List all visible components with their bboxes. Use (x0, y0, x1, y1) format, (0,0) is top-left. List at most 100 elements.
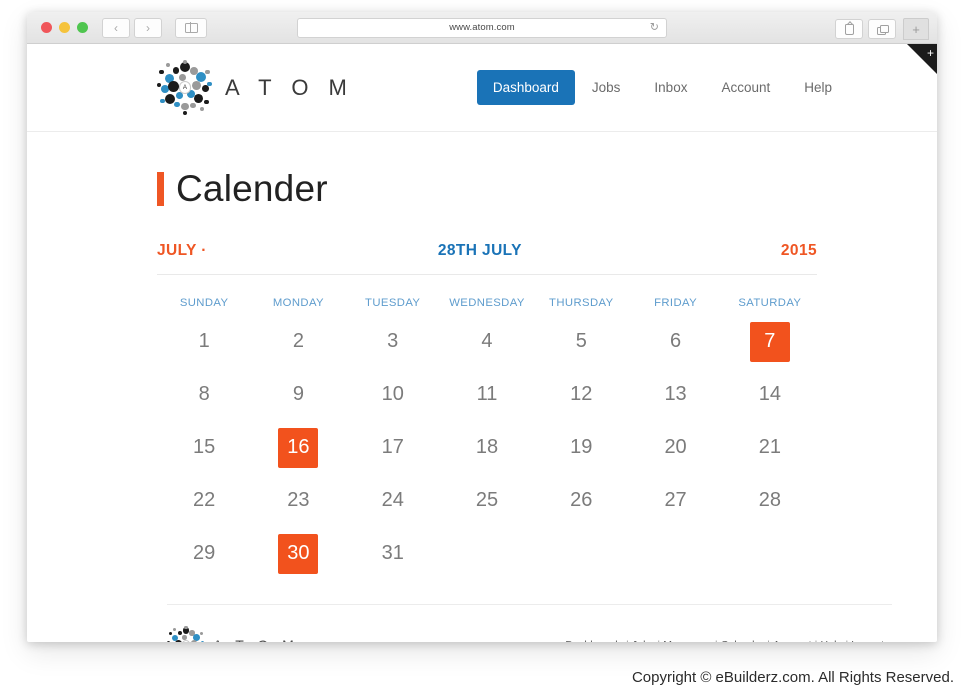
calendar-day-cell[interactable]: 10 (346, 368, 440, 421)
calendar-day-cell[interactable]: 7 (723, 315, 817, 368)
close-window-button[interactable] (41, 22, 52, 33)
calendar-day-cell[interactable]: 25 (440, 474, 534, 527)
logo-center-letter: A (178, 81, 192, 94)
calendar-day-cell[interactable]: 27 (628, 474, 722, 527)
sidebar-toggle-button[interactable] (175, 17, 207, 38)
site-logo[interactable]: A A T O M (157, 59, 354, 116)
calendar-day-cell[interactable]: 13 (628, 368, 722, 421)
browser-right-controls: + (835, 18, 929, 40)
calendar-day-number: 2 (292, 330, 304, 352)
logo-dot (167, 641, 171, 642)
calendar-day-cell[interactable]: 23 (251, 474, 345, 527)
footer-logo[interactable]: A A T O M (167, 625, 299, 642)
logo-dot (159, 69, 164, 75)
calendar-day-cell[interactable]: 5 (534, 315, 628, 368)
calendar-day-cell[interactable]: 19 (534, 421, 628, 474)
logo-dot (207, 81, 212, 87)
browser-window: ‹ › www.atom.com ↻ + + A A T O M Dashboa… (27, 12, 937, 642)
fold-plus-label[interactable]: + (927, 47, 934, 59)
calendar-day-cell[interactable]: 18 (440, 421, 534, 474)
browser-nav-buttons: ‹ › (102, 17, 207, 38)
page-title: Calender (176, 168, 328, 209)
calendar-day-cell[interactable]: 1 (157, 315, 251, 368)
logo-dot (160, 98, 165, 104)
logo-dot (177, 630, 183, 636)
reload-icon[interactable]: ↻ (650, 22, 659, 33)
footer-link-jobs[interactable]: Jobs (632, 639, 655, 643)
calendar-day-cell[interactable]: 26 (534, 474, 628, 527)
window-controls (41, 22, 88, 33)
calendar-day-cell[interactable]: 31 (346, 527, 440, 580)
tabs-icon (877, 24, 889, 35)
footer-link-separator: | (842, 639, 851, 643)
calendar-day-cell[interactable]: 17 (346, 421, 440, 474)
calendar-day-cell[interactable]: 15 (157, 421, 251, 474)
calendar-day-cell[interactable]: 3 (346, 315, 440, 368)
footer-link-logout[interactable]: Logout (851, 639, 884, 643)
forward-button[interactable]: › (134, 17, 162, 38)
calendar-day-empty (723, 527, 817, 580)
calendar-day-number-highlighted: 16 (278, 427, 319, 468)
footer-link-calender[interactable]: Calender (721, 639, 764, 643)
logo-dot (193, 94, 203, 104)
calendar-day-cell[interactable]: 11 (440, 368, 534, 421)
back-button[interactable]: ‹ (102, 17, 130, 38)
calendar-day-cell[interactable]: 9 (251, 368, 345, 421)
calendar-week-row: 22 23 24 25 26 27 28 (157, 474, 817, 527)
browser-titlebar: ‹ › www.atom.com ↻ + (27, 12, 937, 44)
calendar-day-cell[interactable]: 28 (723, 474, 817, 527)
site-footer: A A T O M Dashboards|Jobs|Messages|Calen… (167, 604, 892, 642)
chevron-right-icon: › (146, 20, 150, 35)
calendar-week-row: 15 16 17 18 19 20 21 (157, 421, 817, 474)
calendar-day-cell[interactable]: 20 (628, 421, 722, 474)
calendar-day-number: 31 (381, 542, 404, 564)
minimize-window-button[interactable] (59, 22, 70, 33)
calendar-day-cell[interactable]: 24 (346, 474, 440, 527)
calendar-day-cell[interactable]: 8 (157, 368, 251, 421)
maximize-window-button[interactable] (77, 22, 88, 33)
nav-item-account[interactable]: Account (704, 71, 787, 104)
calendar-day-cell[interactable]: 2 (251, 315, 345, 368)
footer-link-dashboards[interactable]: Dashboards (565, 639, 623, 643)
calendar-day-cell[interactable]: 30 (251, 527, 345, 580)
page-body: Calender JULY · 28TH JULY 2015 SUNDAY MO… (27, 132, 937, 642)
logo-dot (165, 62, 171, 68)
calendar-week-row: 1 2 3 4 5 6 7 (157, 315, 817, 368)
atom-logo-icon-footer: A (167, 625, 205, 642)
share-button[interactable] (835, 19, 863, 39)
logo-dot (190, 639, 197, 642)
day-header-tuesday: TUESDAY (365, 297, 421, 309)
calendar-day-number (467, 534, 507, 574)
logo-dot (205, 69, 210, 75)
footer-link-separator: | (654, 639, 663, 643)
month-label[interactable]: JULY · (157, 242, 207, 260)
footer-link-help[interactable]: Help (820, 639, 842, 643)
calendar-day-cell[interactable]: 12 (534, 368, 628, 421)
calendar-day-cell[interactable]: 22 (157, 474, 251, 527)
nav-item-dashboard[interactable]: Dashboard (476, 70, 575, 105)
new-tab-button[interactable]: + (903, 18, 929, 40)
calendar-day-number: 27 (664, 489, 687, 511)
address-bar[interactable]: www.atom.com ↻ (297, 17, 667, 38)
calendar-day-cell[interactable]: 4 (440, 315, 534, 368)
nav-item-help[interactable]: Help (787, 71, 849, 104)
calendar-month-row: JULY · 28TH JULY 2015 (157, 220, 817, 275)
page-title-row: Calender (157, 132, 897, 220)
calendar-day-cell[interactable]: 16 (251, 421, 345, 474)
footer-link-messages[interactable]: Messages (663, 639, 712, 643)
calendar-day-number: 19 (570, 436, 593, 458)
show-tabs-button[interactable] (868, 19, 896, 39)
day-header-thursday: THURSDAY (549, 297, 614, 309)
nav-item-inbox[interactable]: Inbox (637, 71, 704, 104)
calendar-day-cell[interactable]: 14 (723, 368, 817, 421)
calendar-day-number: 6 (670, 330, 682, 352)
nav-item-jobs[interactable]: Jobs (575, 71, 638, 104)
sidebar-icon (184, 22, 198, 33)
calendar-day-cell[interactable]: 6 (628, 315, 722, 368)
year-label[interactable]: 2015 (781, 242, 817, 260)
calendar-day-cell[interactable]: 29 (157, 527, 251, 580)
footer-link-account[interactable]: Account (773, 639, 812, 643)
calendar-week-row: 29 30 31 (157, 527, 817, 580)
calendar-day-cell[interactable]: 21 (723, 421, 817, 474)
calendar-day-number: 14 (758, 383, 781, 405)
